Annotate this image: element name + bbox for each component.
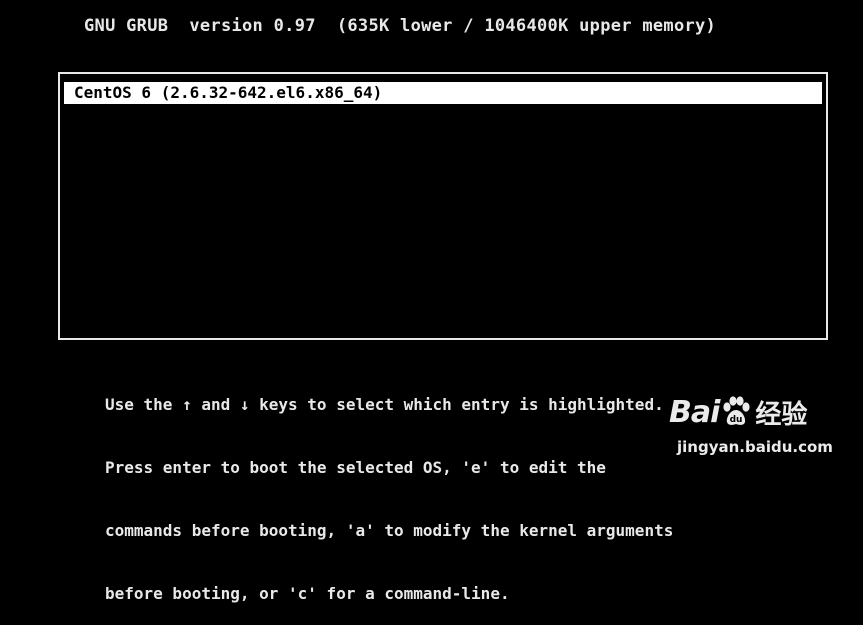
baidu-jingyan-watermark: Bai du 经验 jingyan.baidu.com	[669, 392, 833, 462]
grub-header: GNU GRUB version 0.97 (635K lower / 1046…	[84, 16, 717, 36]
watermark-url: jingyan.baidu.com	[677, 438, 833, 456]
watermark-brand-right: 经验	[755, 399, 808, 430]
svg-text:du: du	[730, 415, 743, 425]
baidu-paw-icon: du	[721, 396, 751, 428]
help-line-4: before booting, or 'c' for a command-lin…	[105, 584, 510, 603]
help-line-2: Press enter to boot the selected OS, 'e'…	[105, 458, 606, 477]
watermark-logo: Bai du 经验	[669, 392, 807, 432]
help-text: Use the ↑ and ↓ keys to select which ent…	[105, 352, 673, 625]
boot-entry-centos[interactable]: CentOS 6 (2.6.32-642.el6.x86_64)	[64, 82, 822, 104]
boot-menu: CentOS 6 (2.6.32-642.el6.x86_64)	[58, 72, 828, 340]
help-line-3: commands before booting, 'a' to modify t…	[105, 521, 674, 540]
help-line-1: Use the ↑ and ↓ keys to select which ent…	[105, 395, 664, 414]
watermark-brand-left: Bai	[669, 394, 720, 430]
